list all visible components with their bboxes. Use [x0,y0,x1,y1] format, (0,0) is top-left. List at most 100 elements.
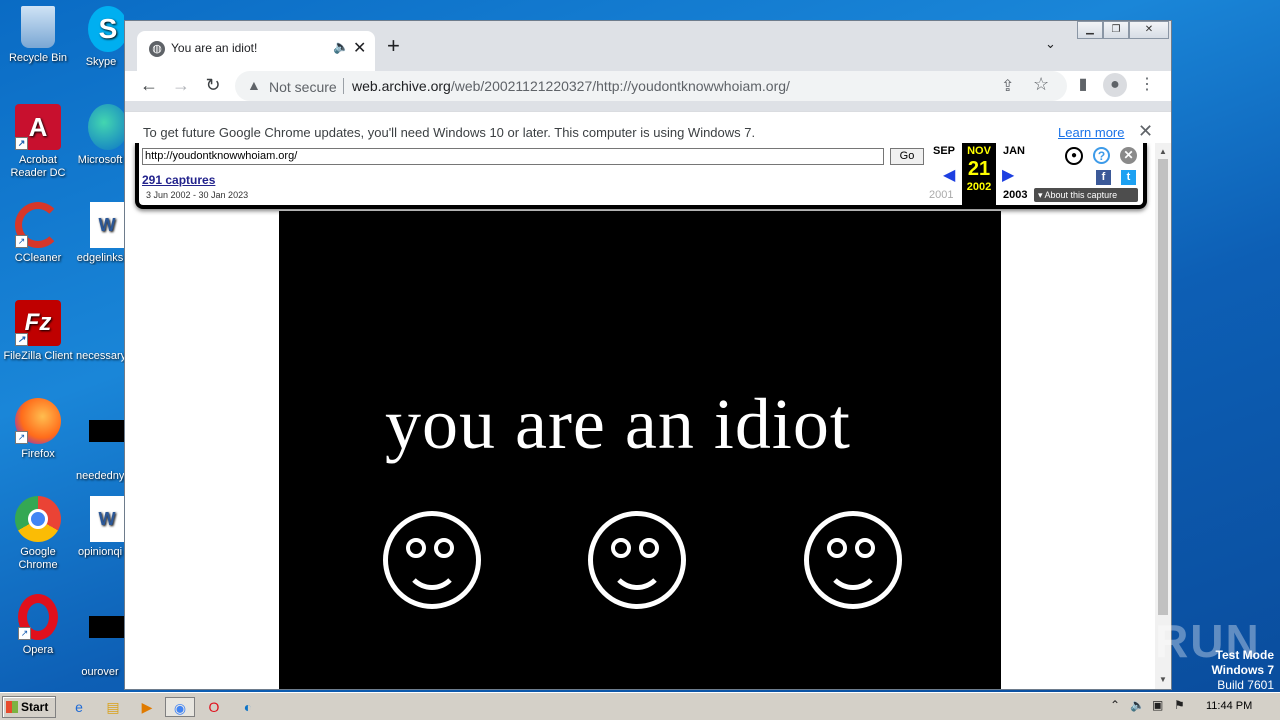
file-icon [77,300,123,346]
desktop-icon-label: CCleaner [14,252,62,264]
close-toolbar-icon[interactable]: ✕ [1120,147,1137,164]
action-center-flag-icon[interactable]: ⚑ [1174,698,1185,712]
idiot-page-content[interactable]: you are an idiot [279,211,1001,689]
desktop-icon-label: Skype [85,56,117,68]
opera-taskbar-icon[interactable]: O [203,697,225,717]
speaker-icon[interactable]: 🔈 [333,39,349,55]
desktop-icon-acrobat[interactable]: A ↗ Acrobat Reader DC [0,104,76,180]
os-name-label: Windows 7 [1211,663,1274,677]
prev-month-label[interactable]: SEP [933,145,955,157]
wayback-url-input[interactable]: http://youdontknowwhoiam.org/ [142,148,884,165]
opera-icon: ↗ [18,594,58,640]
shortcut-arrow-icon: ↗ [18,627,31,640]
prev-year-label[interactable]: 2001 [929,189,953,201]
desktop-icon-label: neededny [76,470,124,482]
scroll-up-arrow-icon[interactable]: ▲ [1159,147,1167,156]
bookmark-star-icon[interactable]: ☆ [1033,74,1049,95]
desktop-icon-opinionqi[interactable]: W opinionqi [76,496,124,559]
desktop-icon-firefox[interactable]: ↗ Firefox [0,398,76,461]
desktop-icon-label: Recycle Bin [8,52,68,64]
url-text[interactable]: web.archive.org/web/20021121220327/http:… [352,78,790,94]
kebab-menu-icon[interactable]: ⋮ [1135,73,1159,97]
firefox-icon: ↗ [15,398,61,444]
page-viewport: http://youdontknowwhoiam.org/ Go 291 cap… [125,143,1157,689]
url-path: /web/20021121220327/http://youdontknowwh… [450,78,790,94]
new-tab-button[interactable]: + [387,35,400,57]
start-label: Start [21,700,49,714]
divider [343,78,344,94]
desktop-icon-ccleaner[interactable]: ↗ CCleaner [0,202,76,265]
start-button[interactable]: Start [2,696,56,718]
user-account-icon[interactable]: ● [1065,147,1083,165]
prev-capture-arrow-icon[interactable]: ◀ [943,165,955,185]
ccleaner-icon: ↗ [15,202,61,248]
volume-icon[interactable]: 🔈 [1130,698,1145,712]
tab-close-icon[interactable]: ✕ [353,38,366,58]
desktop-icon-filezilla[interactable]: Fz ↗ FileZilla Client [0,300,76,363]
clock[interactable]: 11:44 PM [1206,700,1252,712]
desktop-icon-microsoft[interactable]: Microsoft [76,104,124,167]
test-mode-notice: Test Mode Windows 7 Build 7601 [1211,648,1274,693]
next-capture-arrow-icon[interactable]: ▶ [1002,165,1014,185]
next-month-label[interactable]: JAN [1003,145,1025,157]
recycle-bin-icon [21,6,55,48]
smiley-face-icon [804,511,902,609]
taskbar: Start e ▤ ▶ ◉ O ◐ ⌃ 🔈 ▣ ⚑ 11:44 PM [0,692,1280,720]
back-arrow-icon[interactable]: ← [135,71,163,99]
help-icon[interactable]: ? [1093,147,1110,164]
scrollbar-thumb[interactable] [1158,159,1168,615]
next-year-label[interactable]: 2003 [1003,189,1027,201]
address-bar[interactable]: ▲ Not secure web.archive.org/web/2002112… [235,71,1067,101]
filezilla-icon: Fz ↗ [15,300,61,346]
internet-explorer-icon[interactable]: e [68,697,90,717]
infobar-close-icon[interactable]: ✕ [1138,121,1153,142]
current-month: NOV [967,145,991,157]
desktop-icon-label: necessary [76,350,124,362]
desktop-icon-label: Opera [22,644,54,656]
share-icon[interactable]: ⇪ [1001,76,1014,96]
desktop-icon-label: Google Chrome [18,546,58,571]
twitter-icon[interactable]: t [1121,170,1136,185]
tab-you-are-an-idiot[interactable]: ◍ You are an idiot! 🔈 ✕ [137,31,375,71]
desktop-icon-label: Firefox [21,448,55,460]
vertical-scrollbar[interactable]: ▲ ▼ [1155,143,1171,689]
desktop-icon-label: FileZilla Client [3,350,73,362]
desktop-icon-opera[interactable]: ↗ Opera [0,594,76,657]
learn-more-link[interactable]: Learn more [1058,125,1124,140]
scroll-down-arrow-icon[interactable]: ▼ [1159,675,1167,684]
shortcut-arrow-icon: ↗ [15,235,28,248]
file-icon [77,420,124,466]
wayback-go-button[interactable]: Go [890,148,924,165]
tab-search-chevron-icon[interactable]: ⌄ [1045,36,1056,52]
edge-taskbar-icon[interactable]: ◐ [237,697,259,717]
word-document-icon: W [90,496,124,542]
facebook-icon[interactable]: f [1096,170,1111,185]
desktop-icon-skype[interactable]: S Skype [78,6,124,69]
network-icon[interactable]: ▣ [1152,698,1163,712]
captures-link[interactable]: 291 captures [142,173,215,187]
file-explorer-icon[interactable]: ▤ [102,697,124,717]
media-player-icon[interactable]: ▶ [136,697,158,717]
toolbar: ← → ↻ ▲ Not secure web.archive.org/web/2… [125,71,1171,101]
desktop-icon-ourover[interactable]: ourover [76,594,124,679]
tab-title: You are an idiot! [171,41,258,55]
desktop-icon-recycle-bin[interactable]: Recycle Bin [0,6,76,65]
profile-avatar-icon[interactable]: ● [1103,73,1127,97]
tray-expand-icon[interactable]: ⌃ [1110,698,1120,712]
smiley-face-icon [383,511,481,609]
side-panel-icon[interactable]: ▮ [1071,73,1095,97]
chrome-taskbar-icon[interactable]: ◉ [165,697,195,717]
desktop-icon-necessary[interactable]: necessary [76,300,124,363]
desktop-icon-neededny[interactable]: neededny [76,398,124,483]
test-mode-label: Test Mode [1215,648,1274,662]
windows-logo-icon [6,701,18,713]
desktop-icon-chrome[interactable]: Google Chrome [0,496,76,572]
reload-icon[interactable]: ↻ [199,71,227,99]
wayback-toolbar: http://youdontknowwhoiam.org/ Go 291 cap… [135,143,1147,209]
security-label[interactable]: Not secure [269,79,337,95]
skype-icon: S [88,6,124,52]
forward-arrow-icon[interactable]: → [167,71,195,99]
warning-triangle-icon[interactable]: ▲ [247,77,261,93]
desktop-icon-edgelinks[interactable]: W edgelinks [76,202,124,265]
about-capture-button[interactable]: ▾ About this capture [1034,188,1138,202]
